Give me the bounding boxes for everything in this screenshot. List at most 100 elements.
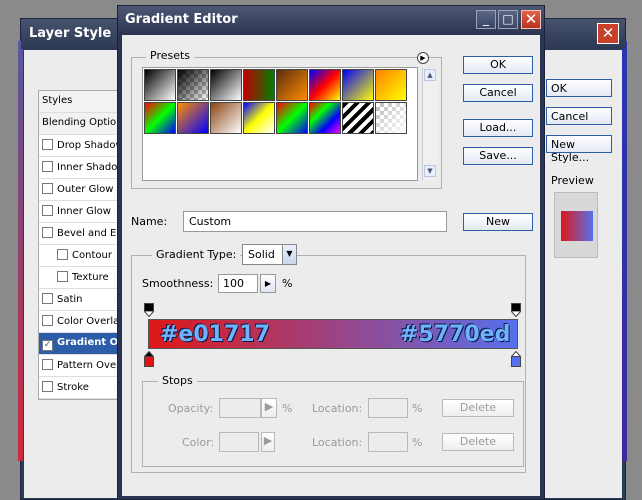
color-swatch xyxy=(219,432,259,452)
layer-style-preview-label: Preview xyxy=(551,174,594,187)
sidebar-item[interactable]: Outer Glow xyxy=(39,179,121,201)
layer-style-preview xyxy=(554,192,598,258)
preset-swatch[interactable] xyxy=(210,69,242,101)
opacity-stop-right[interactable] xyxy=(511,303,521,317)
bg-gradient-edge-left xyxy=(18,41,23,461)
preset-swatch[interactable] xyxy=(342,69,374,101)
checkbox[interactable] xyxy=(42,315,53,326)
name-input[interactable]: Custom xyxy=(183,211,447,232)
preset-swatch[interactable] xyxy=(243,102,275,134)
stops-label: Stops xyxy=(158,374,197,387)
sidebar-item-label: Gradient Overlay xyxy=(57,337,121,348)
sidebar-item-label: Inner Shadow xyxy=(57,162,121,173)
color-stop-left[interactable] xyxy=(143,350,155,367)
scroll-up-icon[interactable]: ▲ xyxy=(424,69,436,81)
checkbox[interactable] xyxy=(42,139,53,150)
sidebar-item-label: Stroke xyxy=(57,382,89,393)
opacity-stop-left[interactable] xyxy=(144,303,154,317)
preset-swatch[interactable] xyxy=(177,69,209,101)
presets-label: Presets xyxy=(146,49,195,62)
sidebar-item[interactable]: Pattern Overlay xyxy=(39,355,121,377)
preset-swatch[interactable] xyxy=(177,102,209,134)
stops-group xyxy=(142,381,524,467)
scroll-down-icon[interactable]: ▼ xyxy=(424,165,436,177)
sidebar-item[interactable]: Bevel and Emboss xyxy=(39,223,121,245)
smoothness-label: Smoothness: xyxy=(142,277,214,290)
preset-swatch[interactable] xyxy=(276,69,308,101)
load-button[interactable]: Load... xyxy=(463,119,533,137)
cancel-button[interactable]: Cancel xyxy=(463,84,533,102)
sidebar-item[interactable]: Color Overlay xyxy=(39,311,121,333)
sidebar-item[interactable]: Inner Shadow xyxy=(39,157,121,179)
sidebar-item[interactable]: Styles xyxy=(39,91,121,113)
layer-style-ok-button[interactable]: OK xyxy=(546,79,612,97)
start-color-label: #e01717 xyxy=(160,322,270,347)
color-stop-right[interactable] xyxy=(510,350,522,367)
sidebar-item-label: Outer Glow xyxy=(57,184,114,195)
sidebar-item-label: Contour xyxy=(72,250,112,261)
checkbox[interactable]: ✓ xyxy=(42,340,53,351)
sidebar-item-label: Blending Options: Default xyxy=(42,117,121,128)
layer-style-new-style-button[interactable]: New Style... xyxy=(546,135,612,164)
checkbox[interactable] xyxy=(42,359,53,370)
checkbox[interactable] xyxy=(42,381,53,392)
sidebar-item[interactable]: Inner Glow xyxy=(39,201,121,223)
preset-swatch[interactable] xyxy=(375,102,407,134)
maximize-button[interactable]: □ xyxy=(498,10,518,29)
opacity-input xyxy=(219,398,261,418)
sidebar-item[interactable]: Blending Options: Default xyxy=(39,113,121,135)
sidebar-item[interactable]: Contour xyxy=(39,245,121,267)
preset-swatch[interactable] xyxy=(309,102,341,134)
sidebar-item[interactable]: Stroke xyxy=(39,377,121,399)
checkbox[interactable] xyxy=(42,293,53,304)
preset-swatch[interactable] xyxy=(144,69,176,101)
smoothness-arrow-icon[interactable]: ▶ xyxy=(260,274,276,293)
preset-swatch[interactable] xyxy=(276,102,308,134)
minimize-button[interactable]: _ xyxy=(476,10,496,29)
sidebar-item-label: Drop Shadow xyxy=(57,140,121,151)
presets-menu-icon[interactable]: ▶ xyxy=(417,52,429,64)
name-label: Name: xyxy=(131,215,168,228)
color-label: Color: xyxy=(182,436,215,449)
color-location-input xyxy=(368,432,408,452)
opacity-location-label: Location: xyxy=(312,402,363,415)
opacity-location-percent: % xyxy=(412,402,423,415)
layer-style-close-button[interactable]: ✕ xyxy=(597,23,619,44)
color-arrow-icon: ▶ xyxy=(261,432,275,452)
bg-gradient-edge-right xyxy=(622,41,627,461)
preset-swatch[interactable] xyxy=(342,102,374,134)
layer-style-cancel-button[interactable]: Cancel xyxy=(546,107,612,125)
sidebar-item-label: Styles xyxy=(42,95,73,106)
checkbox[interactable] xyxy=(57,271,68,282)
gradient-editor-dialog: Gradient Editor _ □ ✕ Presets ▶ ▲ ▼ OK C… xyxy=(117,5,545,500)
chevron-down-icon[interactable]: ▼ xyxy=(282,245,296,264)
checkbox[interactable] xyxy=(57,249,68,260)
checkbox[interactable] xyxy=(42,161,53,172)
opacity-arrow-icon: ▶ xyxy=(261,398,277,418)
new-button[interactable]: New xyxy=(463,213,533,231)
sidebar-item[interactable]: Texture xyxy=(39,267,121,289)
sidebar-item[interactable]: ✓ Gradient Overlay xyxy=(39,333,121,355)
sidebar-item-label: Color Overlay xyxy=(57,316,121,327)
save-button[interactable]: Save... xyxy=(463,147,533,165)
color-location-label: Location: xyxy=(312,436,363,449)
preview-swatch xyxy=(561,211,593,241)
preset-swatch[interactable] xyxy=(243,69,275,101)
sidebar-item[interactable]: Drop Shadow xyxy=(39,135,121,157)
layer-style-sidebar: Styles Blending Options: Default Drop Shad… xyxy=(38,90,122,400)
sidebar-item[interactable]: Satin xyxy=(39,289,121,311)
smoothness-input[interactable]: 100 xyxy=(218,274,258,293)
checkbox[interactable] xyxy=(42,227,53,238)
color-location-percent: % xyxy=(412,436,423,449)
checkbox[interactable] xyxy=(42,183,53,194)
preset-swatch[interactable] xyxy=(375,69,407,101)
close-button[interactable]: ✕ xyxy=(521,10,541,29)
presets-scrollbar[interactable]: ▲ ▼ xyxy=(422,68,437,180)
opacity-delete-button: Delete xyxy=(442,399,514,417)
preset-swatch[interactable] xyxy=(309,69,341,101)
ok-button[interactable]: OK xyxy=(463,56,533,74)
preset-swatch[interactable] xyxy=(144,102,176,134)
preset-swatch[interactable] xyxy=(210,102,242,134)
smoothness-percent: % xyxy=(282,277,293,290)
checkbox[interactable] xyxy=(42,205,53,216)
